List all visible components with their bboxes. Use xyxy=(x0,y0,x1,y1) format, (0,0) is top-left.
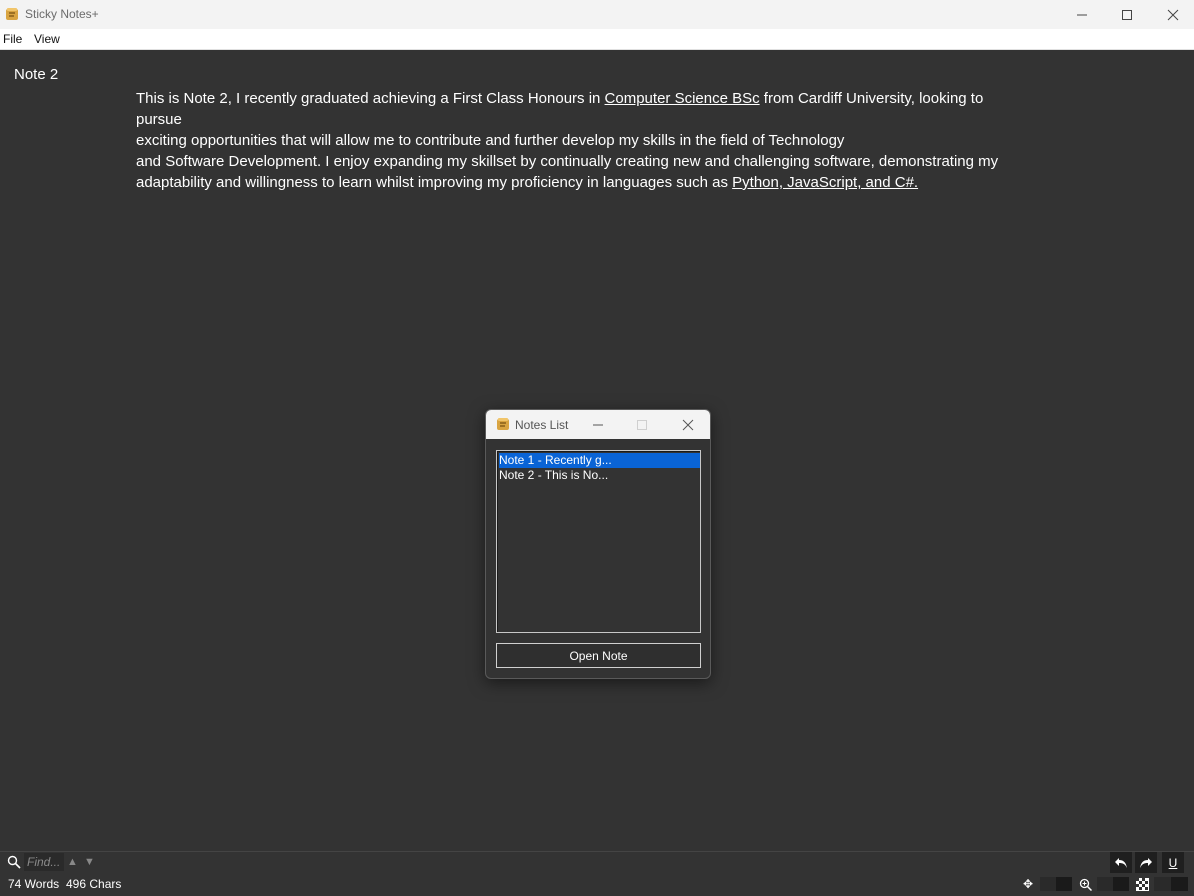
dialog-close-button[interactable] xyxy=(668,410,708,439)
status-divider xyxy=(0,851,1194,852)
note-line: exciting opportunities that will allow m… xyxy=(136,132,845,149)
list-item[interactable]: Note 2 - This is No... xyxy=(499,468,700,483)
note-line: pursue xyxy=(136,111,182,128)
dialog-title: Notes List xyxy=(515,418,569,432)
app-title: Sticky Notes+ xyxy=(25,7,99,21)
notes-app-icon xyxy=(6,8,18,20)
maximize-icon xyxy=(637,419,647,430)
dialog-title-bar[interactable]: Notes List xyxy=(486,410,710,439)
note-text: This is Note 2, I recently graduated ach… xyxy=(136,90,605,107)
color-swatch[interactable] xyxy=(1040,877,1072,891)
find-next-icon[interactable]: ▼ xyxy=(84,856,95,868)
char-count: 496 Chars xyxy=(66,877,122,891)
redo-icon xyxy=(1140,857,1152,868)
open-note-button[interactable]: Open Note xyxy=(496,643,701,668)
find-previous-icon[interactable]: ▲ xyxy=(67,856,78,868)
notes-listbox[interactable]: Note 1 - Recently g... Note 2 - This is … xyxy=(496,450,701,633)
note-line: and Software Development. I enjoy expand… xyxy=(136,153,999,170)
minimize-icon xyxy=(593,424,603,425)
dialog-maximize-button xyxy=(622,410,662,439)
underline-button[interactable]: U xyxy=(1162,852,1184,873)
minimize-button[interactable] xyxy=(1059,0,1105,29)
menu-view[interactable]: View xyxy=(34,32,60,46)
zoom-slider[interactable] xyxy=(1097,877,1129,891)
note-link[interactable]: Python, JavaScript, and C#. xyxy=(732,174,918,191)
note-body[interactable]: This is Note 2, I recently graduated ach… xyxy=(136,88,1056,193)
title-bar: Sticky Notes+ xyxy=(0,0,1194,29)
note-line: This is Note 2, I recently graduated ach… xyxy=(136,88,1056,109)
note-link[interactable]: Computer Science BSc xyxy=(605,90,760,107)
minimize-icon xyxy=(1077,14,1087,15)
underline-icon: U xyxy=(1168,855,1178,870)
find-input[interactable] xyxy=(24,853,64,871)
opacity-slider[interactable] xyxy=(1154,877,1188,891)
undo-icon xyxy=(1115,857,1127,868)
menu-bar: File View xyxy=(0,29,1194,50)
note-text: adaptability and willingness to learn wh… xyxy=(136,174,733,191)
search-icon xyxy=(7,855,21,869)
note-title[interactable]: Note 2 xyxy=(14,66,58,83)
notes-app-icon xyxy=(497,418,509,430)
redo-button[interactable] xyxy=(1135,852,1157,873)
note-text: from Cardiff University, looking to xyxy=(759,90,984,107)
notes-list-dialog: Notes List Note 1 - Recently g... Note 2… xyxy=(485,409,711,679)
close-icon xyxy=(1167,9,1179,20)
word-count: 74 Words xyxy=(8,877,60,891)
close-button[interactable] xyxy=(1150,0,1194,29)
dialog-minimize-button[interactable] xyxy=(578,410,618,439)
menu-file[interactable]: File xyxy=(3,32,22,46)
close-icon xyxy=(682,419,694,430)
opacity-icon[interactable] xyxy=(1135,877,1149,891)
zoom-icon[interactable] xyxy=(1078,877,1092,891)
move-icon[interactable]: ✥ xyxy=(1021,877,1035,891)
list-item[interactable]: Note 1 - Recently g... xyxy=(499,453,700,468)
maximize-icon xyxy=(1122,9,1132,20)
note-line: adaptability and willingness to learn wh… xyxy=(136,172,1056,193)
undo-button[interactable] xyxy=(1110,852,1132,873)
maximize-button[interactable] xyxy=(1104,0,1150,29)
